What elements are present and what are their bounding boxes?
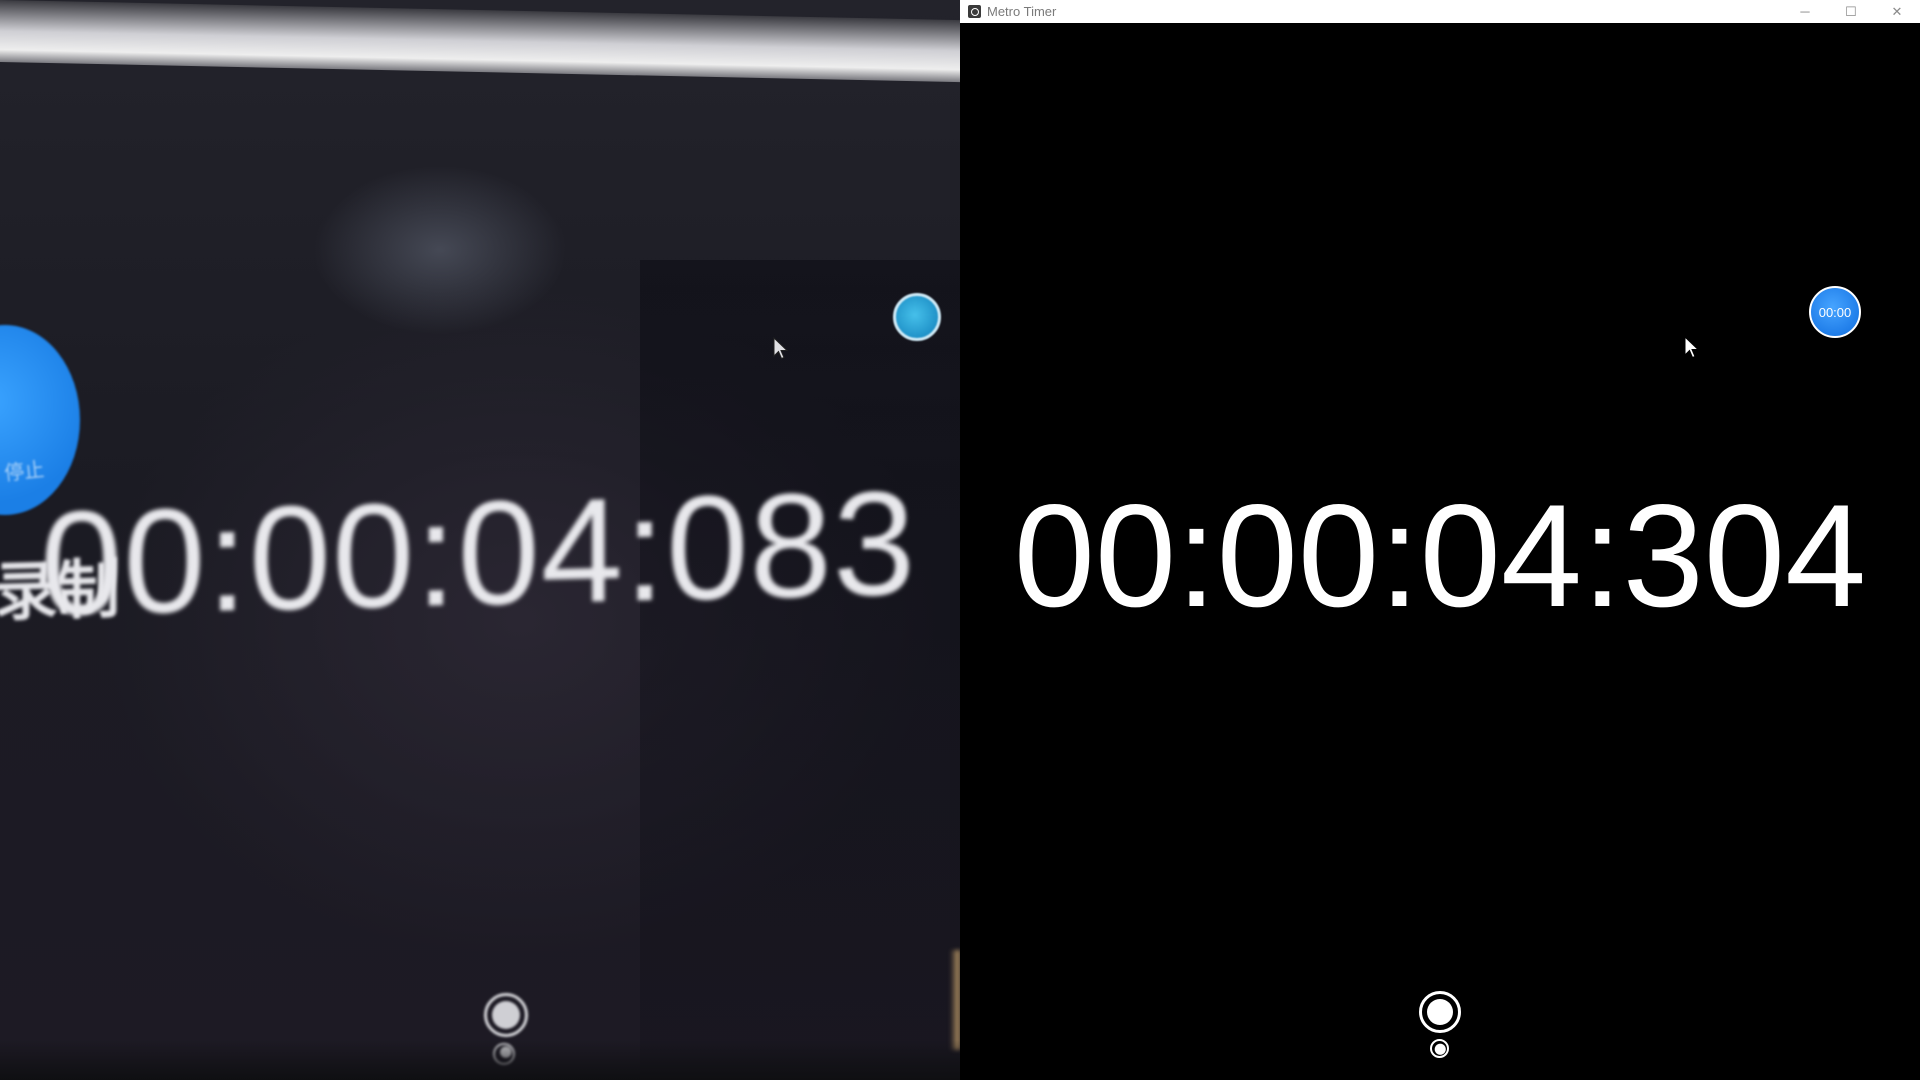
page-indicator[interactable] bbox=[1430, 1039, 1449, 1058]
captured-edge-reflection bbox=[950, 950, 960, 1050]
monitor-bezel bbox=[0, 0, 960, 83]
elapsed-time-display: 00:00:04:304 bbox=[1013, 474, 1867, 637]
captured-window-shadow bbox=[640, 260, 960, 1080]
title-bar[interactable]: Metro Timer ─ ☐ ✕ bbox=[960, 0, 1920, 23]
captured-time-display: 00:00:04:083 bbox=[40, 460, 917, 647]
screen: 停止 录制 00:00:04:083 Metro Timer ─ ☐ ✕ 00:… bbox=[0, 0, 1920, 1080]
window-title: Metro Timer bbox=[987, 4, 1057, 19]
captured-mini-badge bbox=[893, 293, 941, 341]
cursor-icon bbox=[773, 337, 789, 360]
maximize-button[interactable]: ☐ bbox=[1828, 0, 1874, 23]
minimize-button[interactable]: ─ bbox=[1782, 0, 1828, 23]
cursor-icon bbox=[1684, 336, 1700, 359]
lap-button[interactable] bbox=[1419, 991, 1461, 1033]
metro-timer-window: Metro Timer ─ ☐ ✕ 00:00 00:00:04:304 bbox=[960, 0, 1920, 1080]
timer-badge-button[interactable]: 00:00 bbox=[1809, 286, 1861, 338]
captured-bottom-edge bbox=[0, 1040, 960, 1080]
app-icon bbox=[968, 5, 981, 18]
captured-lap-button bbox=[484, 993, 528, 1037]
timer-stage: 00:00 00:00:04:304 bbox=[960, 23, 1920, 1080]
captured-stop-text: 停止 bbox=[3, 458, 46, 486]
window-controls: ─ ☐ ✕ bbox=[1782, 0, 1920, 23]
close-button[interactable]: ✕ bbox=[1874, 0, 1920, 23]
camera-capture-panel: 停止 录制 00:00:04:083 bbox=[0, 0, 960, 1080]
